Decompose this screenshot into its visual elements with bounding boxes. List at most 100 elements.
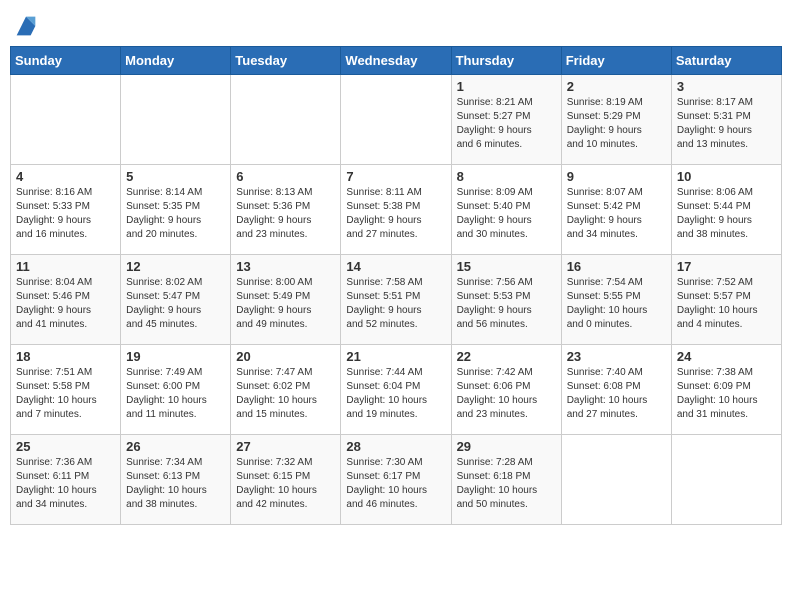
weekday-header-friday: Friday — [561, 47, 671, 75]
day-number: 12 — [126, 259, 225, 274]
day-cell: 14 Sunrise: 7:58 AM Sunset: 5:51 PM Dayli… — [341, 255, 451, 345]
day-cell: 6Sunrise: 8:13 AM Sunset: 5:36 PM Daylig… — [231, 165, 341, 255]
day-number: 9 — [567, 169, 666, 184]
day-info: Sunrise: 8:06 AM Sunset: 5:44 PM Dayligh… — [677, 186, 776, 242]
day-info: Sunrise: 7:54 AM Sunset: 5:55 PM Dayligh… — [567, 276, 666, 332]
day-number: 20 — [236, 349, 335, 364]
weekday-header-thursday: Thursday — [451, 47, 561, 75]
day-cell: 4 Sunrise: 8:16 AM Sunset: 5:33 PM Daylig… — [11, 165, 121, 255]
day-cell: 27Sunrise: 7:32 AM Sunset: 6:15 PM Dayli… — [231, 435, 341, 525]
day-number: 2 — [567, 79, 666, 94]
day-info: Sunrise: 8:00 AM Sunset: 5:49 PM Dayligh… — [236, 276, 335, 332]
day-cell: 11Sunrise: 8:04 AM Sunset: 5:46 PM Dayli… — [11, 255, 121, 345]
day-cell: 23 Sunrise: 7:40 AM Sunset: 6:08 PM Dayli… — [561, 345, 671, 435]
day-cell: 24 Sunrise: 7:38 AM Sunset: 6:09 PM Dayli… — [671, 345, 781, 435]
day-info: Sunrise: 7:47 AM Sunset: 6:02 PM Dayligh… — [236, 366, 335, 422]
day-number: 1 — [457, 79, 556, 94]
day-cell — [561, 435, 671, 525]
day-cell — [341, 75, 451, 165]
day-cell: 15 Sunrise: 7:56 AM Sunset: 5:53 PM Dayli… — [451, 255, 561, 345]
week-row-5: 25 Sunrise: 7:36 AM Sunset: 6:11 PM Dayli… — [11, 435, 782, 525]
day-info: Sunrise: 7:42 AM Sunset: 6:06 PM Dayligh… — [457, 366, 556, 422]
weekday-header-wednesday: Wednesday — [341, 47, 451, 75]
day-number: 23 — [567, 349, 666, 364]
day-cell: 12 Sunrise: 8:02 AM Sunset: 5:47 PM Dayli… — [121, 255, 231, 345]
day-cell: 17 Sunrise: 7:52 AM Sunset: 5:57 PM Dayli… — [671, 255, 781, 345]
day-cell: 1 Sunrise: 8:21 AM Sunset: 5:27 PM Daylig… — [451, 75, 561, 165]
week-row-3: 11Sunrise: 8:04 AM Sunset: 5:46 PM Dayli… — [11, 255, 782, 345]
day-cell: 18 Sunrise: 7:51 AM Sunset: 5:58 PM Dayli… — [11, 345, 121, 435]
day-number: 16 — [567, 259, 666, 274]
day-cell: 21Sunrise: 7:44 AM Sunset: 6:04 PM Dayli… — [341, 345, 451, 435]
day-cell: 2 Sunrise: 8:19 AM Sunset: 5:29 PM Daylig… — [561, 75, 671, 165]
day-info: Sunrise: 7:51 AM Sunset: 5:58 PM Dayligh… — [16, 366, 115, 422]
day-info: Sunrise: 8:16 AM Sunset: 5:33 PM Dayligh… — [16, 186, 115, 242]
day-number: 14 — [346, 259, 445, 274]
day-info: Sunrise: 7:38 AM Sunset: 6:09 PM Dayligh… — [677, 366, 776, 422]
weekday-header-tuesday: Tuesday — [231, 47, 341, 75]
day-cell — [671, 435, 781, 525]
day-number: 28 — [346, 439, 445, 454]
day-info: Sunrise: 7:30 AM Sunset: 6:17 PM Dayligh… — [346, 456, 445, 512]
day-number: 13 — [236, 259, 335, 274]
day-number: 15 — [457, 259, 556, 274]
day-number: 18 — [16, 349, 115, 364]
day-number: 7 — [346, 169, 445, 184]
day-number: 22 — [457, 349, 556, 364]
day-cell: 16 Sunrise: 7:54 AM Sunset: 5:55 PM Dayli… — [561, 255, 671, 345]
day-cell: 10 Sunrise: 8:06 AM Sunset: 5:44 PM Dayli… — [671, 165, 781, 255]
page-header — [10, 10, 782, 40]
day-info: Sunrise: 7:56 AM Sunset: 5:53 PM Dayligh… — [457, 276, 556, 332]
day-cell: 13 Sunrise: 8:00 AM Sunset: 5:49 PM Dayli… — [231, 255, 341, 345]
day-cell — [121, 75, 231, 165]
weekday-header-saturday: Saturday — [671, 47, 781, 75]
day-cell: 20 Sunrise: 7:47 AM Sunset: 6:02 PM Dayli… — [231, 345, 341, 435]
day-cell: 9 Sunrise: 8:07 AM Sunset: 5:42 PM Daylig… — [561, 165, 671, 255]
day-info: Sunrise: 8:07 AM Sunset: 5:42 PM Dayligh… — [567, 186, 666, 242]
day-cell: 25 Sunrise: 7:36 AM Sunset: 6:11 PM Dayli… — [11, 435, 121, 525]
day-number: 17 — [677, 259, 776, 274]
weekday-header-sunday: Sunday — [11, 47, 121, 75]
weekday-header-row: SundayMondayTuesdayWednesdayThursdayFrid… — [11, 47, 782, 75]
day-info: Sunrise: 8:02 AM Sunset: 5:47 PM Dayligh… — [126, 276, 225, 332]
day-number: 5 — [126, 169, 225, 184]
weekday-header-monday: Monday — [121, 47, 231, 75]
day-number: 4 — [16, 169, 115, 184]
day-info: Sunrise: 8:09 AM Sunset: 5:40 PM Dayligh… — [457, 186, 556, 242]
calendar-table: SundayMondayTuesdayWednesdayThursdayFrid… — [10, 46, 782, 525]
day-info: Sunrise: 8:14 AM Sunset: 5:35 PM Dayligh… — [126, 186, 225, 242]
week-row-4: 18 Sunrise: 7:51 AM Sunset: 5:58 PM Dayli… — [11, 345, 782, 435]
day-number: 6 — [236, 169, 335, 184]
day-info: Sunrise: 8:04 AM Sunset: 5:46 PM Dayligh… — [16, 276, 115, 332]
day-number: 27 — [236, 439, 335, 454]
day-info: Sunrise: 8:17 AM Sunset: 5:31 PM Dayligh… — [677, 96, 776, 152]
day-number: 24 — [677, 349, 776, 364]
day-number: 10 — [677, 169, 776, 184]
day-info: Sunrise: 7:52 AM Sunset: 5:57 PM Dayligh… — [677, 276, 776, 332]
day-cell: 5 Sunrise: 8:14 AM Sunset: 5:35 PM Daylig… — [121, 165, 231, 255]
day-info: Sunrise: 7:58 AM Sunset: 5:51 PM Dayligh… — [346, 276, 445, 332]
day-number: 29 — [457, 439, 556, 454]
day-info: Sunrise: 8:19 AM Sunset: 5:29 PM Dayligh… — [567, 96, 666, 152]
day-number: 19 — [126, 349, 225, 364]
day-info: Sunrise: 7:36 AM Sunset: 6:11 PM Dayligh… — [16, 456, 115, 512]
day-cell: 3 Sunrise: 8:17 AM Sunset: 5:31 PM Daylig… — [671, 75, 781, 165]
day-info: Sunrise: 7:28 AM Sunset: 6:18 PM Dayligh… — [457, 456, 556, 512]
day-cell: 7 Sunrise: 8:11 AM Sunset: 5:38 PM Daylig… — [341, 165, 451, 255]
day-cell — [11, 75, 121, 165]
day-info: Sunrise: 7:49 AM Sunset: 6:00 PM Dayligh… — [126, 366, 225, 422]
day-number: 3 — [677, 79, 776, 94]
day-info: Sunrise: 7:40 AM Sunset: 6:08 PM Dayligh… — [567, 366, 666, 422]
week-row-1: 1 Sunrise: 8:21 AM Sunset: 5:27 PM Daylig… — [11, 75, 782, 165]
day-info: Sunrise: 8:11 AM Sunset: 5:38 PM Dayligh… — [346, 186, 445, 242]
day-cell: 19 Sunrise: 7:49 AM Sunset: 6:00 PM Dayli… — [121, 345, 231, 435]
week-row-2: 4 Sunrise: 8:16 AM Sunset: 5:33 PM Daylig… — [11, 165, 782, 255]
day-cell: 29 Sunrise: 7:28 AM Sunset: 6:18 PM Dayli… — [451, 435, 561, 525]
day-number: 25 — [16, 439, 115, 454]
day-number: 26 — [126, 439, 225, 454]
logo-icon — [12, 12, 40, 40]
day-cell: 22 Sunrise: 7:42 AM Sunset: 6:06 PM Dayli… — [451, 345, 561, 435]
day-info: Sunrise: 8:21 AM Sunset: 5:27 PM Dayligh… — [457, 96, 556, 152]
day-number: 8 — [457, 169, 556, 184]
day-cell: 26Sunrise: 7:34 AM Sunset: 6:13 PM Dayli… — [121, 435, 231, 525]
